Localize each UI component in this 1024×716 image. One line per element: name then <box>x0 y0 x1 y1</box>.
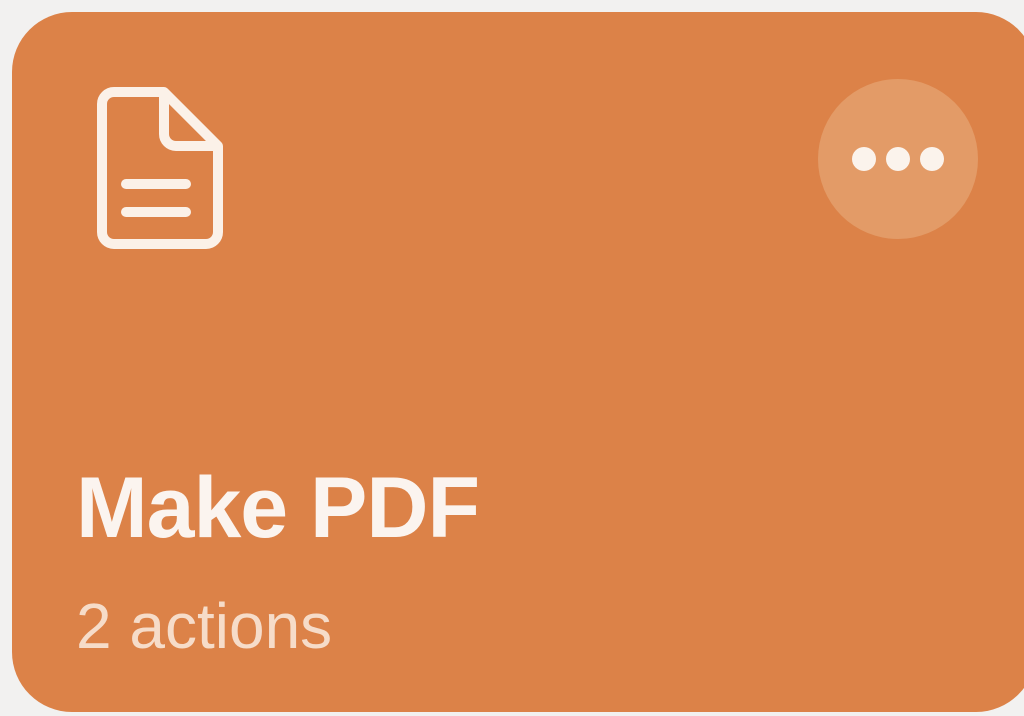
document-icon <box>94 84 226 252</box>
more-options-button[interactable] <box>818 79 978 239</box>
ellipsis-icon <box>920 147 944 171</box>
ellipsis-icon <box>852 147 876 171</box>
ellipsis-icon <box>886 147 910 171</box>
shortcut-card[interactable]: Make PDF 2 actions <box>12 12 1024 712</box>
shortcut-action-count: 2 actions <box>76 590 333 662</box>
shortcut-title: Make PDF <box>76 460 480 556</box>
